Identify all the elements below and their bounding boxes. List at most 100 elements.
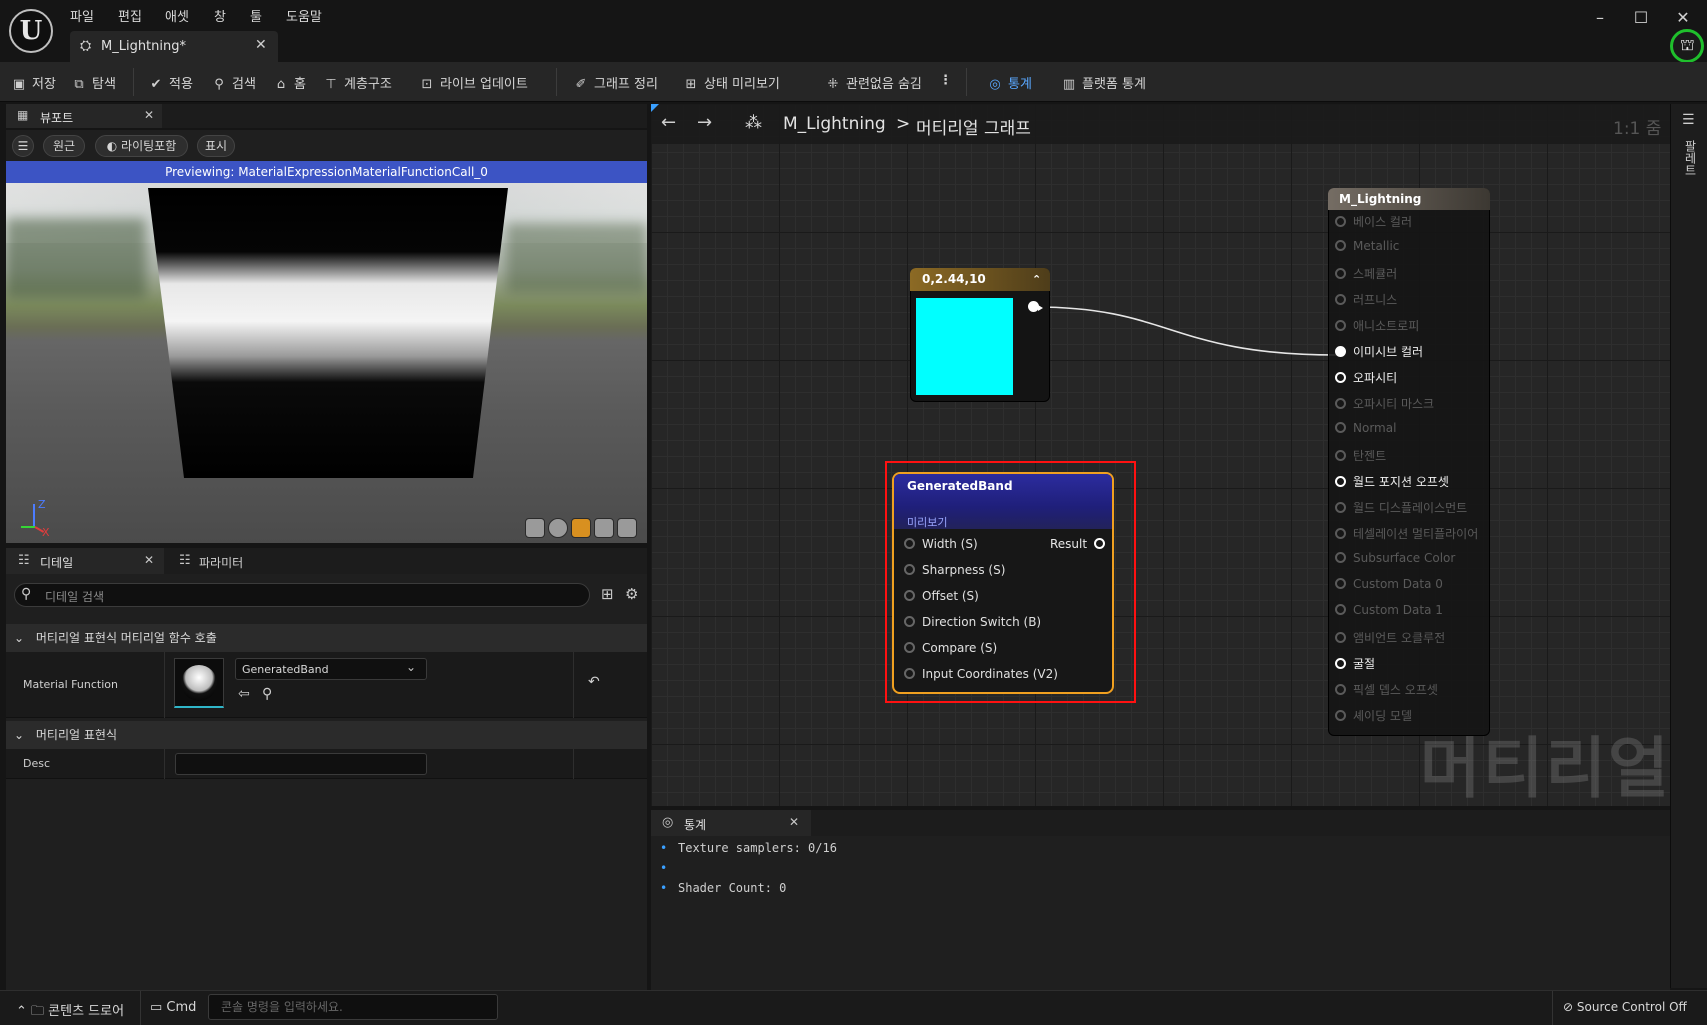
material-function-dropdown[interactable]: GeneratedBand ⌄ <box>235 658 427 680</box>
browse-asset-icon[interactable]: ⚲ <box>262 686 272 702</box>
toolbar-divider <box>133 68 134 96</box>
close-viewport-icon[interactable]: ✕ <box>144 108 154 122</box>
pin-tangent[interactable]: 탄젠트 <box>1335 447 1485 473</box>
stats-tab-label: 통계 <box>684 818 707 832</box>
clean-graph-button[interactable]: ✐ 그래프 정리 <box>572 73 658 92</box>
material-function-thumbnail[interactable] <box>174 658 224 708</box>
pin-metallic[interactable]: Metallic <box>1335 239 1485 265</box>
pin-normal[interactable]: Normal <box>1335 421 1485 447</box>
pin-custom-data-1[interactable]: Custom Data 1 <box>1335 603 1485 629</box>
palette-icon[interactable]: ☰ <box>1682 112 1695 128</box>
pin-anisotropy[interactable]: 애니소트로피 <box>1335 317 1485 343</box>
viewport-menu-icon[interactable]: ☰ <box>12 135 34 157</box>
pin-tessellation-multiplier[interactable]: 테셀레이션 멀티플라이어 <box>1335 525 1485 551</box>
search-button[interactable]: ⚲ 검색 <box>210 73 256 92</box>
grid-view-icon[interactable]: ⊞ <box>601 585 614 603</box>
live-update-button[interactable]: ⊡ 라이브 업데이트 <box>418 73 528 92</box>
viewport-scene[interactable]: Z X <box>6 183 647 543</box>
details-search-field[interactable]: ⚲ 디테일 검색 <box>14 583 590 607</box>
pin-refraction[interactable]: 굴절 <box>1335 655 1485 681</box>
pin-opacity[interactable]: 오파시티 <box>1335 369 1485 395</box>
chevron-up-icon: ⌃ <box>16 1004 32 1019</box>
stat-line: • Shader Count: 0 <box>660 881 787 895</box>
cube-icon[interactable] <box>594 518 614 538</box>
property-row-material-function: Material Function GeneratedBand ⌄ ⇦ ⚲ ↶ <box>6 652 647 718</box>
close-tab-icon[interactable]: ✕ <box>255 37 267 53</box>
column-divider <box>573 749 574 779</box>
viewport-tab[interactable]: ▦ 뷰포트 ✕ <box>6 104 162 128</box>
details-tab[interactable]: ☷ 디테일 ✕ <box>6 548 164 574</box>
document-tab[interactable]: ⛭ M_Lightning* ✕ <box>70 31 278 62</box>
hierarchy-button[interactable]: ⊤ 계층구조 <box>322 73 392 92</box>
hide-unrelated-button[interactable]: ⁜ 관련없음 숨김 <box>824 73 922 92</box>
pin-base-color[interactable]: 베이스 컬러 <box>1335 213 1485 239</box>
menu-edit[interactable]: 편집 <box>118 6 142 25</box>
section-material-function-call[interactable]: ⌄ 머티리얼 표현식 머티리얼 함수 호출 <box>6 624 647 652</box>
sphere-icon[interactable] <box>548 518 568 538</box>
pin-ambient-occlusion[interactable]: 앰비언트 오클루전 <box>1335 629 1485 655</box>
material-node-title: M_Lightning <box>1328 188 1490 210</box>
custom-mesh-icon[interactable] <box>617 518 637 538</box>
pin-opacity-mask[interactable]: 오파시티 마스크 <box>1335 395 1485 421</box>
state-preview-button[interactable]: ⊞ 상태 미리보기 <box>682 73 780 92</box>
source-control-button[interactable]: ⊘ Source Control Off <box>1563 1000 1687 1014</box>
desc-input[interactable] <box>175 753 427 775</box>
reset-to-default-icon[interactable]: ↶ <box>588 674 600 690</box>
input-direction-switch[interactable]: Direction Switch (B) <box>904 615 1084 641</box>
section-material-expression[interactable]: ⌄ 머티리얼 표현식 <box>6 721 647 749</box>
stats-button[interactable]: ◎ 통계 <box>986 73 1032 92</box>
pin-pixel-depth-offset[interactable]: 픽셀 뎁스 오프셋 <box>1335 681 1485 707</box>
menu-asset[interactable]: 애셋 <box>165 6 189 25</box>
use-selected-asset-icon[interactable]: ⇦ <box>238 686 250 702</box>
parameters-tab[interactable]: ☷ 파라미터 <box>175 548 295 574</box>
plane-icon[interactable] <box>571 518 591 538</box>
close-window-icon[interactable]: ✕ <box>1668 8 1698 27</box>
menu-help[interactable]: 도움말 <box>286 6 322 25</box>
pin-emissive-color[interactable]: 이미시브 컬러 <box>1335 343 1485 369</box>
pin-shading-model[interactable]: 셰이딩 모델 <box>1335 707 1485 733</box>
settings-gear-icon[interactable]: ⚙ <box>625 585 638 603</box>
pin-specular[interactable]: 스페큘러 <box>1335 265 1485 291</box>
menu-file[interactable]: 파일 <box>70 6 94 25</box>
pin-roughness[interactable]: 러프니스 <box>1335 291 1485 317</box>
input-compare[interactable]: Compare (S) <box>904 641 1084 667</box>
input-width[interactable]: Width (S) <box>904 537 1084 563</box>
close-stats-icon[interactable]: ✕ <box>789 815 799 829</box>
browse-icon: ⧉ <box>74 77 84 92</box>
stats-tab[interactable]: ◎ 통계 ✕ <box>651 810 811 836</box>
profile-icon[interactable]: ⛫ <box>1670 29 1704 63</box>
perspective-button[interactable]: 원근 <box>43 135 85 157</box>
browse-button[interactable]: ⧉ 탐색 <box>70 73 116 92</box>
menu-window[interactable]: 창 <box>214 6 226 25</box>
pin-world-position-offset[interactable]: 월드 포지션 오프셋 <box>1335 473 1485 499</box>
collapse-chevron-icon[interactable]: ⌃ <box>1032 268 1041 291</box>
pin-custom-data-0[interactable]: Custom Data 0 <box>1335 577 1485 603</box>
platform-stats-button[interactable]: ▥ 플랫폼 통계 <box>1060 73 1146 92</box>
pin-subsurface-color[interactable]: Subsurface Color <box>1335 551 1485 577</box>
input-offset[interactable]: Offset (S) <box>904 589 1084 615</box>
source-control-off-icon: ⊘ <box>1563 1000 1577 1014</box>
menu-tools[interactable]: 툴 <box>250 6 262 25</box>
pin-world-displacement[interactable]: 월드 디스플레이스먼트 <box>1335 499 1485 525</box>
apply-button[interactable]: ✔ 적용 <box>147 73 193 92</box>
palette-tab-label[interactable]: 팔레트 <box>1682 140 1699 176</box>
content-drawer-button[interactable]: ⌃ 🗀 콘텐츠 드로어 <box>16 1000 124 1024</box>
lighting-mode-button[interactable]: ◐ 라이팅포함 <box>95 135 188 157</box>
home-button[interactable]: ⌂ 홈 <box>272 73 306 92</box>
save-button[interactable]: ▣ 저장 <box>10 73 56 92</box>
unreal-logo-icon[interactable]: U <box>9 9 53 53</box>
constant-node-title: 0,2.44,10 ⌃ <box>910 268 1050 291</box>
minimize-icon[interactable]: – <box>1585 8 1615 27</box>
console-command-input[interactable]: 콘솔 명령을 입력하세요. <box>208 994 498 1020</box>
cmd-button[interactable]: ▭ Cmd <box>150 1000 196 1015</box>
input-coordinates[interactable]: Input Coordinates (V2) <box>904 667 1084 693</box>
close-details-icon[interactable]: ✕ <box>144 553 154 567</box>
generated-band-title: GeneratedBand <box>907 479 1013 493</box>
input-sharpness[interactable]: Sharpness (S) <box>904 563 1084 589</box>
preview-shape-buttons <box>525 518 645 540</box>
cylinder-icon[interactable] <box>525 518 545 538</box>
show-button[interactable]: 표시 <box>197 135 235 157</box>
more-options-icon[interactable]: ⋮ <box>939 73 952 88</box>
broom-icon: ✐ <box>575 77 587 92</box>
maximize-icon[interactable]: ☐ <box>1626 8 1656 27</box>
